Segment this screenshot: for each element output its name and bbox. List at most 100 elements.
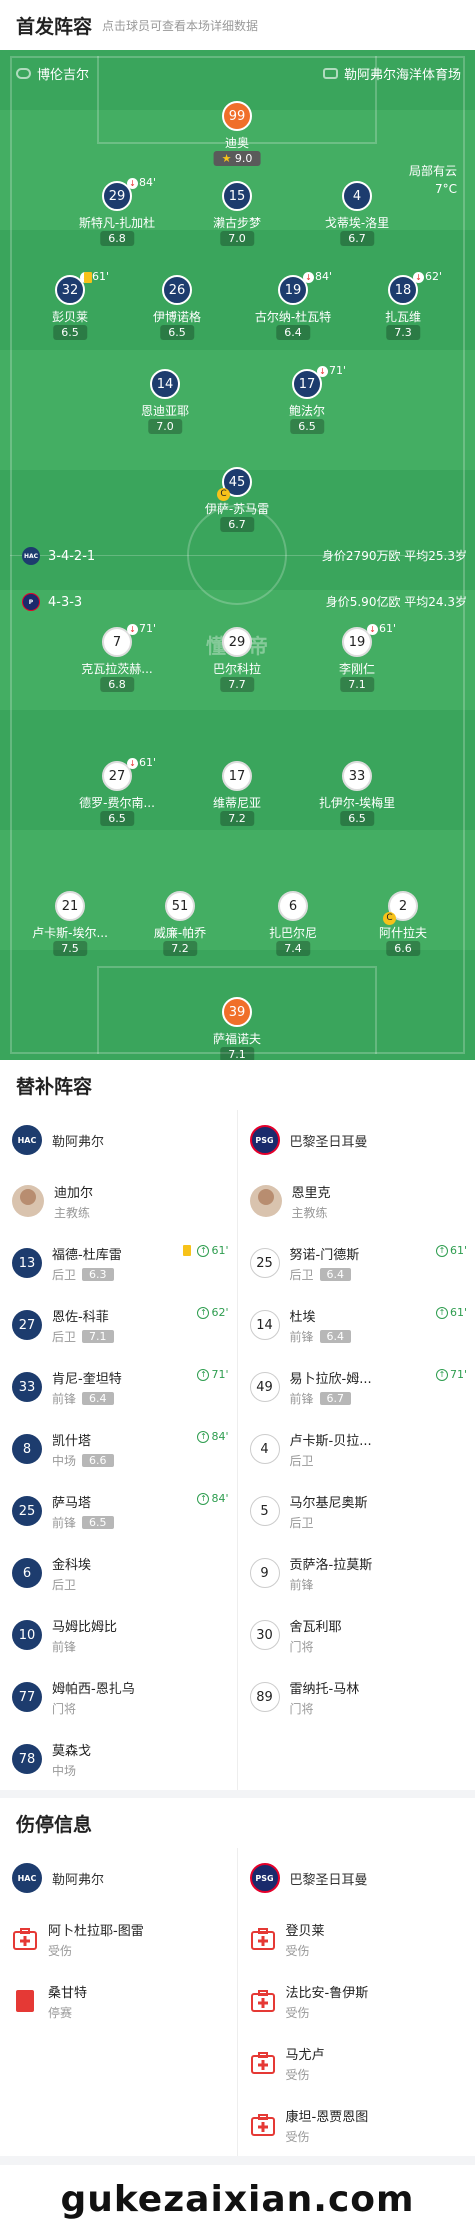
- away-player-name[interactable]: 李刚仁: [339, 660, 375, 677]
- home-player-number[interactable]: 4: [342, 181, 372, 211]
- home-player-number[interactable]: 99: [222, 101, 252, 131]
- away-player-name[interactable]: 威廉-帕乔: [154, 924, 206, 941]
- sub-player-row[interactable]: 77 姆帕西-恩扎乌 门将: [12, 1666, 237, 1728]
- sub-player-row[interactable]: 14 杜埃 前锋 6.4 ↑ 61': [249, 1294, 475, 1356]
- home-subs-team[interactable]: HAC 勒阿弗尔: [12, 1110, 237, 1170]
- rating-value: 6.7: [228, 518, 246, 531]
- away-player-number[interactable]: 17: [222, 761, 252, 791]
- sub-player-number: 5: [249, 1496, 280, 1526]
- sub-minute: 84': [315, 270, 333, 283]
- rating-value: 9.0: [234, 152, 253, 165]
- away-player-number[interactable]: 21: [55, 891, 85, 921]
- home-injuries-team[interactable]: HAC 勒阿弗尔: [12, 1848, 237, 1908]
- away-player-name[interactable]: 巴尔科拉: [213, 660, 261, 677]
- away-injuries-team[interactable]: PSG 巴黎圣日耳曼: [249, 1848, 475, 1908]
- home-player-name[interactable]: 彭贝莱: [52, 308, 88, 325]
- away-player-name[interactable]: 卢卡斯-埃尔...: [32, 924, 108, 941]
- away-team-logo-icon: PSG: [249, 1125, 280, 1155]
- sub-player-row[interactable]: 30 舍瓦利耶 门将: [249, 1604, 475, 1666]
- sub-player-number: 6: [12, 1558, 42, 1588]
- away-player-name[interactable]: 克瓦拉茨赫...: [81, 660, 152, 677]
- home-player-name[interactable]: 戈蒂埃-洛里: [325, 214, 389, 231]
- sub-player-position: 前锋: [52, 1515, 77, 1530]
- injury-row[interactable]: 登贝莱 受伤: [250, 1908, 475, 1970]
- away-injuries-column: PSG 巴黎圣日耳曼 登贝莱 受伤 法比安-鲁伊斯 受伤 马尤卢 受伤 康坦-恩贾恩图 受伤: [238, 1848, 475, 2156]
- away-player-name[interactable]: 德罗-费尔南...: [79, 794, 155, 811]
- stadium-icon: [322, 68, 338, 79]
- home-coach-row[interactable]: 迪加尔 主教练: [12, 1170, 237, 1232]
- injury-status: 受伤: [285, 2005, 310, 2020]
- away-player-name[interactable]: 萨福诺夫: [213, 1030, 261, 1047]
- sub-player-row[interactable]: 13 福德-杜库雷 后卫 6.3 ↑ 61': [12, 1232, 237, 1294]
- away-player-number[interactable]: 29: [222, 627, 252, 657]
- injury-row[interactable]: 阿卜杜拉耶-图雷 受伤: [12, 1908, 237, 1970]
- away-player-number[interactable]: 33: [342, 761, 372, 791]
- injured-player-name: 登贝莱: [285, 1923, 325, 1939]
- sub-player-row[interactable]: 27 恩佐-科菲 后卫 7.1 ↑ 62': [12, 1294, 237, 1356]
- home-player-number[interactable]: 14: [150, 369, 180, 399]
- sub-player-row[interactable]: 78 莫森戈 中场: [12, 1728, 237, 1790]
- sub-player-position: 门将: [289, 1701, 314, 1716]
- home-player-number[interactable]: 26: [162, 275, 192, 305]
- sub-player-row[interactable]: 33 肯尼-奎坦特 前锋 6.4 ↑ 71': [12, 1356, 237, 1418]
- injury-row[interactable]: 康坦-恩贾恩图 受伤: [250, 2094, 475, 2156]
- home-player-name[interactable]: 伊博诺格: [153, 308, 201, 325]
- home-player-name[interactable]: 古尔纳-杜瓦特: [255, 308, 331, 325]
- rating-value: 7.0: [228, 232, 246, 245]
- sub-in-icon: ↑: [197, 1430, 210, 1443]
- sub-player-row[interactable]: 49 易卜拉欣-姆... 前锋 6.7 ↑ 71': [249, 1356, 475, 1418]
- home-player-name[interactable]: 扎瓦维: [385, 308, 421, 325]
- injured-player-name: 康坦-恩贾恩图: [285, 2109, 369, 2125]
- away-subs-team[interactable]: PSG 巴黎圣日耳曼: [249, 1110, 475, 1170]
- sub-out-marker: ↓ 71': [317, 364, 346, 377]
- injury-status: 受伤: [285, 2067, 310, 2082]
- sub-out-marker: ↓ 62': [413, 270, 442, 283]
- sub-player-row[interactable]: 9 贡萨洛-拉莫斯 前锋: [249, 1542, 475, 1604]
- sub-in-minute: 71': [449, 1368, 467, 1381]
- sub-player-row[interactable]: 6 金科埃 后卫: [12, 1542, 237, 1604]
- sub-in-icon: ↑: [197, 1368, 210, 1381]
- home-player-rating: 6.7: [220, 517, 254, 532]
- sub-player-position: 前锋: [289, 1577, 314, 1592]
- sub-player-position: 门将: [52, 1701, 77, 1716]
- weather-text: 局部有云: [408, 164, 457, 178]
- home-player-name[interactable]: 斯特凡-扎加杜: [79, 214, 155, 231]
- away-player-number[interactable]: 39: [222, 997, 252, 1027]
- injury-row[interactable]: 马尤卢 受伤: [250, 2032, 475, 2094]
- injured-player-name: 马尤卢: [285, 2047, 325, 2063]
- sub-player-name: 卢卡斯-贝拉...: [289, 1433, 372, 1449]
- sub-player-row[interactable]: 25 努诺-门德斯 后卫 6.4 ↑ 61': [249, 1232, 475, 1294]
- away-coach-row[interactable]: 恩里克 主教练: [249, 1170, 475, 1232]
- sub-player-number: 25: [249, 1248, 280, 1278]
- injury-row[interactable]: 桑甘特 停赛: [12, 1970, 237, 2032]
- home-player-name[interactable]: 恩迪亚耶: [141, 402, 189, 419]
- sub-player-row[interactable]: 4 卢卡斯-贝拉... 后卫: [249, 1418, 475, 1480]
- home-player-number[interactable]: 15: [222, 181, 252, 211]
- home-player-name[interactable]: 濑古步梦: [213, 214, 261, 231]
- lineup-header: 首发阵容 点击球员可查看本场详细数据: [0, 0, 475, 50]
- home-player-rating: 6.5: [53, 325, 87, 340]
- venue-name: 勒阿弗尔海洋体育场: [343, 68, 461, 83]
- injury-status: 停赛: [48, 2005, 73, 2020]
- rating-value: 7.1: [348, 678, 366, 691]
- sub-player-row[interactable]: 89 雷纳托-马林 门将: [249, 1666, 475, 1728]
- sub-in-marker: ↑ 61': [435, 1244, 467, 1257]
- injury-row[interactable]: 法比安-鲁伊斯 受伤: [250, 1970, 475, 2032]
- temperature-text: 7°C: [434, 182, 457, 196]
- home-player-name[interactable]: 鲍法尔: [289, 402, 325, 419]
- rating-value: 6.5: [108, 812, 126, 825]
- sub-player-row[interactable]: 5 马尔基尼奥斯 后卫: [249, 1480, 475, 1542]
- home-player-name[interactable]: 迪奥: [225, 134, 249, 151]
- sub-player-position: 前锋: [52, 1639, 77, 1654]
- away-player-number[interactable]: 51: [165, 891, 195, 921]
- sub-player-row[interactable]: 10 马姆比姆比 前锋: [12, 1604, 237, 1666]
- sub-player-row[interactable]: 25 萨马塔 前锋 6.5 ↑ 84': [12, 1480, 237, 1542]
- away-player-name[interactable]: 扎巴尔尼: [269, 924, 317, 941]
- away-player-name[interactable]: 维蒂尼亚: [213, 794, 261, 811]
- sub-in-icon: ↑: [435, 1306, 448, 1319]
- away-player-number[interactable]: 6: [278, 891, 308, 921]
- sub-player-row[interactable]: 8 凯什塔 中场 6.6 ↑ 84': [12, 1418, 237, 1480]
- away-player-name[interactable]: 扎伊尔-埃梅里: [319, 794, 395, 811]
- home-player-name[interactable]: 伊萨-苏马雷: [205, 500, 269, 517]
- away-player-name[interactable]: 阿什拉夫: [379, 924, 427, 941]
